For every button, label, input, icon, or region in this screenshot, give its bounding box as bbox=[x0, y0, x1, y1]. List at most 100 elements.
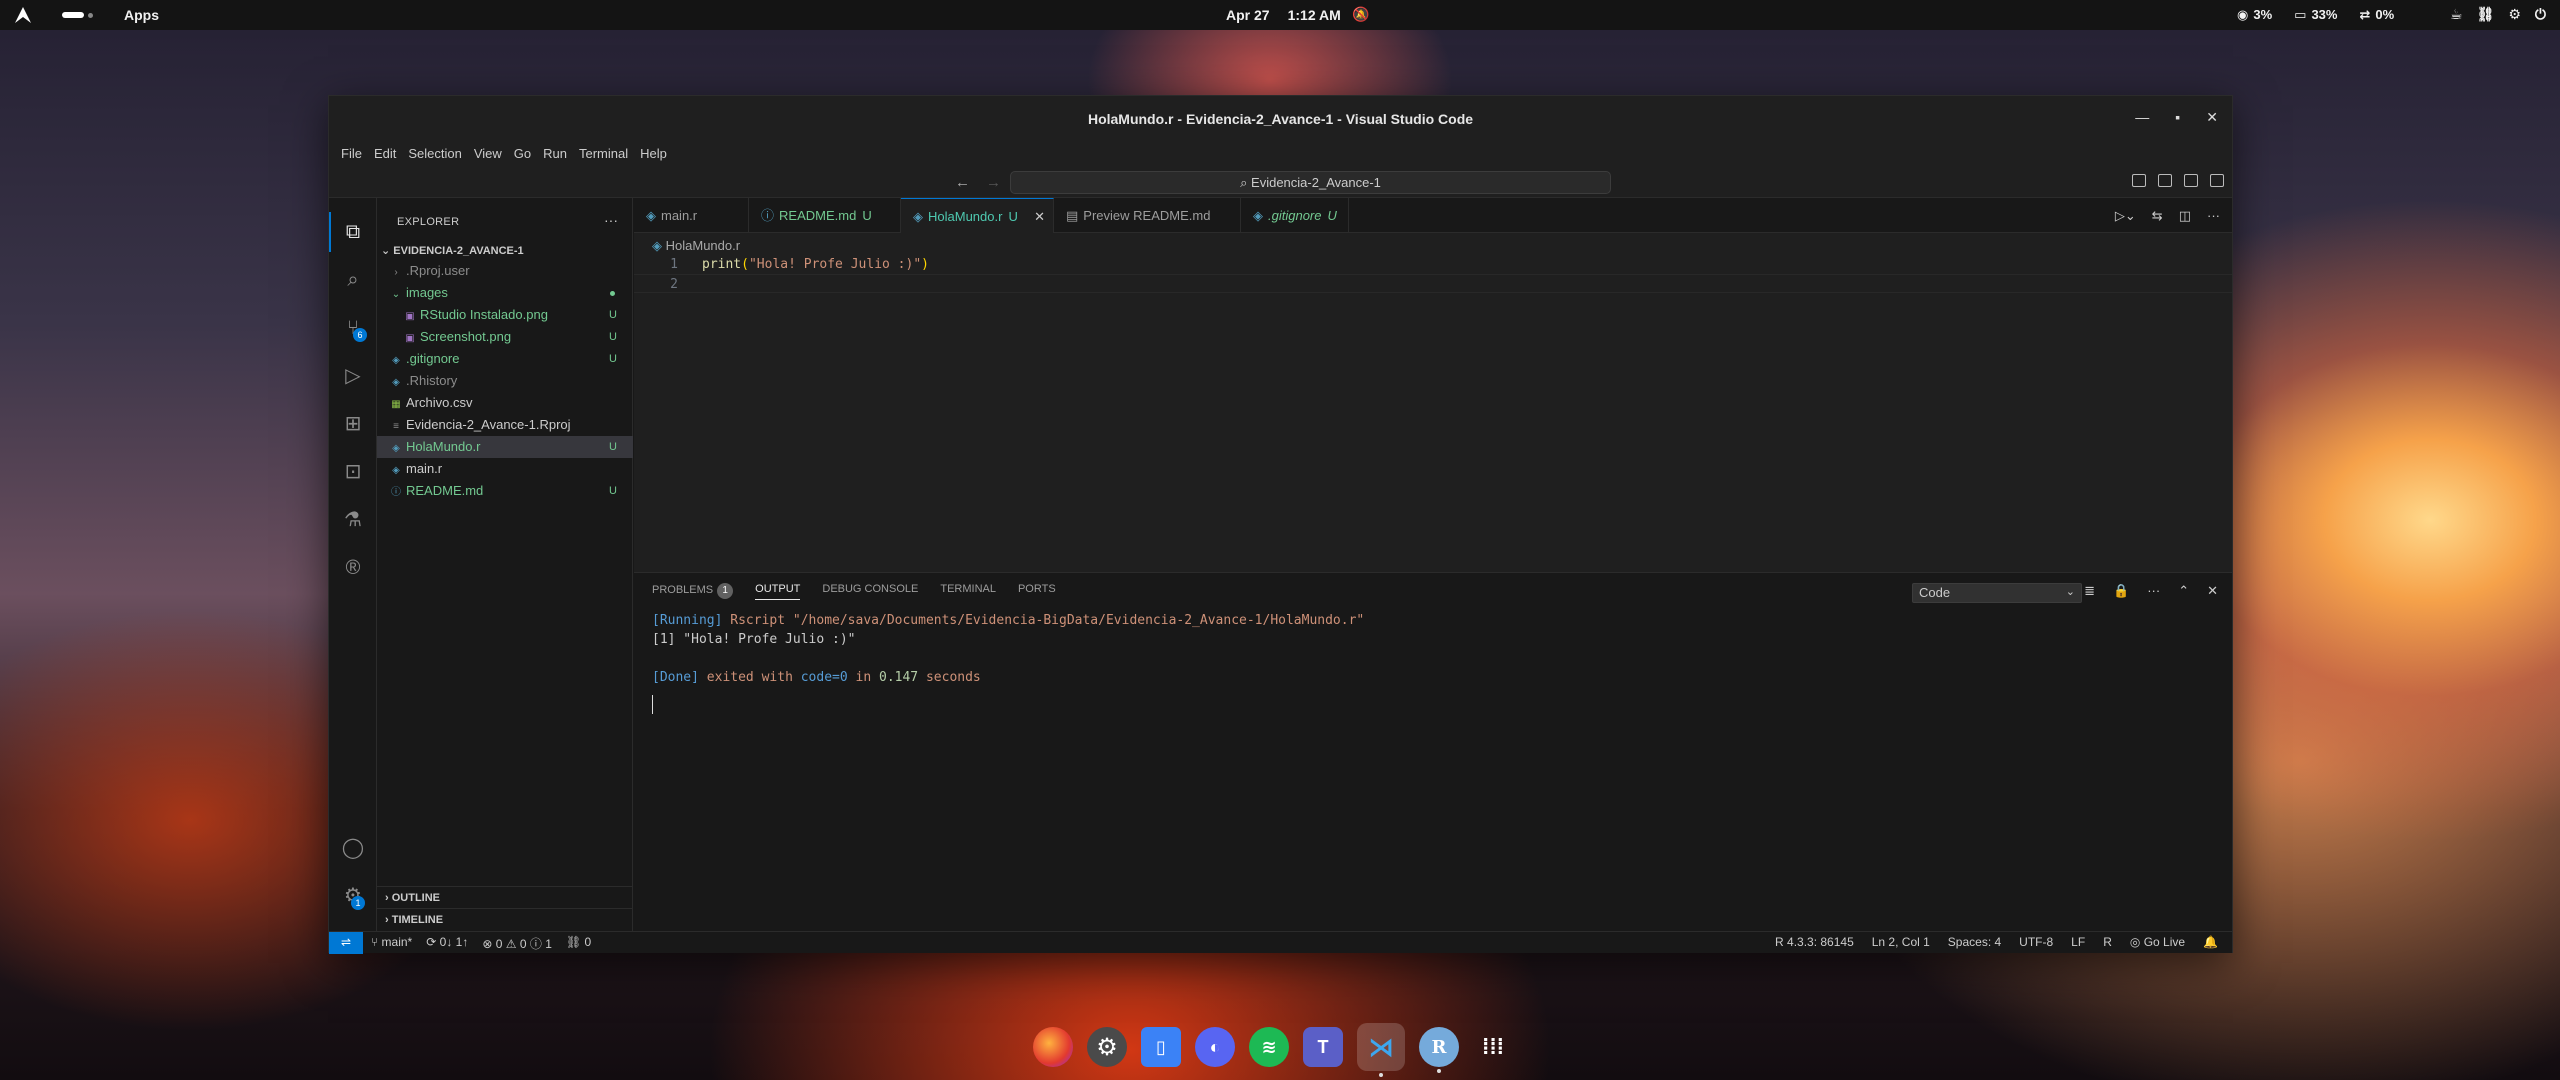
command-center-search[interactable]: ⌕ Evidencia-2_Avance-1 bbox=[1010, 171, 1611, 194]
toggle-panel-icon[interactable] bbox=[2158, 174, 2172, 187]
remote-explorer-icon[interactable]: ⊡ bbox=[341, 460, 365, 484]
tab-ports[interactable]: PORTS bbox=[1018, 583, 1056, 600]
menu-run[interactable]: Run bbox=[537, 142, 573, 166]
network-icon[interactable]: ⛓ bbox=[2477, 6, 2495, 23]
teams-icon[interactable]: T bbox=[1303, 1027, 1343, 1067]
tree-file-archivo-csv[interactable]: ▦ Archivo.csv bbox=[377, 392, 633, 414]
tree-file-rproj[interactable]: ≡ Evidencia-2_Avance-1.Rproj bbox=[377, 414, 633, 436]
tab-problems[interactable]: PROBLEMS 1 bbox=[652, 583, 734, 600]
tab-output[interactable]: OUTPUT bbox=[755, 583, 801, 600]
go-live-button[interactable]: ◎ Go Live bbox=[2130, 935, 2185, 949]
discord-icon[interactable]: ◐ bbox=[1195, 1027, 1235, 1067]
files-icon[interactable]: ▯ bbox=[1141, 1027, 1181, 1067]
compare-changes-icon[interactable]: ⇆ bbox=[2152, 208, 2163, 224]
testing-icon[interactable]: ⚗ bbox=[341, 508, 365, 532]
menu-edit[interactable]: Edit bbox=[368, 142, 402, 166]
forward-arrow-icon[interactable]: → bbox=[986, 174, 1001, 191]
close-panel-icon[interactable]: ✕ bbox=[2207, 583, 2218, 599]
tree-file-holamundo[interactable]: ◈ HolaMundo.r U bbox=[377, 436, 633, 458]
code-line-current[interactable]: 2 bbox=[634, 274, 2232, 293]
split-editor-icon[interactable]: ◫ bbox=[2179, 208, 2191, 224]
output-channel-select[interactable]: Code ⌄ bbox=[1912, 583, 2082, 603]
panel-more-icon[interactable]: ··· bbox=[2147, 583, 2160, 599]
toggle-sidebar-icon[interactable] bbox=[2132, 174, 2146, 187]
ports-indicator[interactable]: ⛓ 0 bbox=[566, 935, 591, 952]
menu-file[interactable]: File bbox=[335, 142, 368, 166]
close-tab-icon[interactable]: ✕ bbox=[1034, 199, 1045, 234]
minimize-button[interactable]: — bbox=[2135, 109, 2149, 126]
manage-gear-icon[interactable]: ⚙ 1 bbox=[341, 884, 365, 910]
menu-go[interactable]: Go bbox=[508, 142, 537, 166]
arch-logo-icon[interactable] bbox=[14, 6, 32, 24]
vscode-dock-icon[interactable]: ⋊ bbox=[1357, 1023, 1405, 1077]
workspace-indicator[interactable] bbox=[62, 12, 93, 18]
system-tray[interactable]: ☕ ⛓ ⚙ ⏻ bbox=[2450, 6, 2546, 23]
firefox-icon[interactable] bbox=[1033, 1027, 1073, 1067]
coffee-icon[interactable]: ☕ bbox=[2450, 6, 2463, 23]
clear-output-icon[interactable]: ≣ bbox=[2084, 583, 2095, 599]
settings-app-icon[interactable]: ⚙ bbox=[1087, 1027, 1127, 1067]
tree-file-screenshot-png[interactable]: ▣ Screenshot.png U bbox=[377, 326, 633, 348]
sync-indicator[interactable]: ⟳ 0↓ 1↑ bbox=[426, 935, 468, 952]
workspace-root[interactable]: ⌄ EVIDENCIA-2_AVANCE-1 bbox=[381, 244, 524, 257]
tab-holamundo[interactable]: ◈ HolaMundo.r U ✕ bbox=[901, 198, 1054, 233]
tree-file-rhistory[interactable]: ◈ .Rhistory bbox=[377, 370, 633, 392]
maximize-panel-icon[interactable]: ⌃ bbox=[2178, 583, 2189, 599]
problems-indicator[interactable]: ⊗ 0 ⚠ 0 ⓘ 1 bbox=[482, 935, 552, 952]
menu-view[interactable]: View bbox=[468, 142, 508, 166]
code-line[interactable]: 1 print("Hola! Profe Julio :)") bbox=[634, 255, 2232, 274]
run-debug-icon[interactable]: ▷ bbox=[341, 364, 365, 388]
tree-folder-rproj-user[interactable]: › .Rproj.user bbox=[377, 260, 633, 282]
timeline-section[interactable]: › TIMELINE bbox=[377, 908, 633, 930]
lock-scroll-icon[interactable]: 🔒 bbox=[2113, 583, 2129, 599]
accounts-icon[interactable]: ◯ bbox=[341, 836, 365, 860]
power-icon[interactable]: ⏻ bbox=[2535, 6, 2546, 23]
more-actions-icon[interactable]: ··· bbox=[604, 212, 618, 228]
editor-more-icon[interactable]: ··· bbox=[2207, 208, 2220, 224]
close-window-button[interactable]: ✕ bbox=[2206, 109, 2218, 126]
tab-preview-readme[interactable]: ▤ Preview README.md bbox=[1054, 198, 1241, 233]
title-bar[interactable]: HolaMundo.r - Evidencia-2_Avance-1 - Vis… bbox=[329, 96, 2232, 142]
outline-section[interactable]: › OUTLINE bbox=[377, 886, 633, 908]
rstudio-icon[interactable]: R bbox=[1419, 1027, 1459, 1073]
encoding[interactable]: UTF-8 bbox=[2019, 935, 2053, 949]
tree-file-rstudio-png[interactable]: ▣ RStudio Instalado.png U bbox=[377, 304, 633, 326]
r-version[interactable]: R 4.3.3: 86145 bbox=[1775, 935, 1854, 949]
menu-help[interactable]: Help bbox=[634, 142, 673, 166]
run-file-icon[interactable]: ▷⌄ bbox=[2115, 208, 2136, 224]
notifications-muted-icon[interactable]: 🔕 bbox=[1352, 6, 1369, 23]
settings-icon[interactable]: ⚙ bbox=[2508, 6, 2521, 23]
tab-main-r[interactable]: ◈ main.r bbox=[634, 198, 749, 233]
app-grid-icon[interactable]: ⁞⁞⁞ bbox=[1473, 1027, 1513, 1067]
resource-monitor[interactable]: ◉ 3% ▭ 33% ⇄ 0% bbox=[2237, 7, 2394, 23]
r-extension-icon[interactable]: ® bbox=[341, 556, 365, 580]
extensions-icon[interactable]: ⊞ bbox=[341, 412, 365, 436]
search-view-icon[interactable]: ⌕ bbox=[341, 268, 365, 292]
tab-debug-console[interactable]: DEBUG CONSOLE bbox=[822, 583, 918, 600]
spotify-icon[interactable]: ≋ bbox=[1249, 1027, 1289, 1067]
end-of-line[interactable]: LF bbox=[2071, 935, 2085, 949]
menu-selection[interactable]: Selection bbox=[402, 142, 467, 166]
tab-readme[interactable]: ⓘ README.md U bbox=[749, 198, 901, 233]
breadcrumb[interactable]: ◈ HolaMundo.r bbox=[652, 238, 740, 254]
back-arrow-icon[interactable]: ← bbox=[955, 174, 970, 191]
tab-terminal[interactable]: TERMINAL bbox=[940, 583, 996, 600]
customize-layout-icon[interactable] bbox=[2210, 174, 2224, 187]
language-mode[interactable]: R bbox=[2103, 935, 2112, 949]
tree-file-readme[interactable]: ⓘ README.md U bbox=[377, 480, 633, 502]
tree-folder-images[interactable]: ⌄ images bbox=[377, 282, 633, 304]
indentation[interactable]: Spaces: 4 bbox=[1948, 935, 2001, 949]
apps-menu[interactable]: Apps bbox=[124, 7, 159, 23]
menu-terminal[interactable]: Terminal bbox=[573, 142, 634, 166]
cursor-position[interactable]: Ln 2, Col 1 bbox=[1872, 935, 1930, 949]
clock[interactable]: Apr 27 1:12 AM bbox=[1226, 7, 1341, 23]
explorer-icon[interactable]: ⧉ bbox=[329, 212, 365, 252]
notifications-icon[interactable]: 🔔 bbox=[2203, 935, 2218, 949]
tree-file-main-r[interactable]: ◈ main.r bbox=[377, 458, 633, 480]
output-text[interactable]: [Running] Rscript "/home/sava/Documents/… bbox=[652, 611, 1364, 714]
remote-indicator-icon[interactable]: ⇌ bbox=[329, 932, 363, 954]
tree-file-gitignore[interactable]: ◈ .gitignore U bbox=[377, 348, 633, 370]
maximize-button[interactable]: ▪ bbox=[2175, 109, 2180, 126]
source-control-icon[interactable]: ⑂ 6 bbox=[341, 316, 367, 342]
toggle-secondary-sidebar-icon[interactable] bbox=[2184, 174, 2198, 187]
